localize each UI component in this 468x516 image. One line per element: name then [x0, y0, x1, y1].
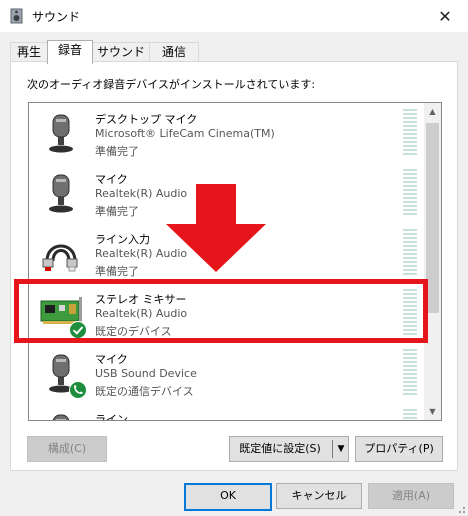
list-item[interactable]: デスクトップ マイク Microsoft® LifeCam Cinema(TM)…	[29, 103, 426, 163]
split-divider	[332, 440, 333, 458]
dropdown-arrow-icon[interactable]: ▼	[334, 437, 348, 461]
device-list[interactable]: デスクトップ マイク Microsoft® LifeCam Cinema(TM)…	[28, 102, 442, 421]
scroll-down-arrow-icon[interactable]: ▼	[424, 403, 441, 420]
microphone-icon	[52, 414, 70, 420]
level-meter	[403, 169, 417, 217]
default-check-icon	[69, 321, 87, 339]
configure-button[interactable]: 構成(C)	[27, 436, 107, 462]
microphone-icon	[49, 114, 73, 153]
device-name: デスクトップ マイク	[95, 113, 198, 126]
list-item[interactable]: ライン入力 Realtek(R) Audio 準備完了	[29, 223, 426, 283]
set-default-split-button[interactable]: 既定値に設定(S) ▼	[229, 436, 349, 462]
title-bar: サウンド ✕	[0, 0, 468, 32]
sound-dialog: サウンド ✕ 再生 録音 サウンド 通信 次のオーディオ録音デバイスがインストー…	[0, 0, 468, 516]
speaker-icon	[10, 8, 23, 24]
close-icon: ✕	[438, 6, 452, 26]
apply-button[interactable]: 適用(A)	[368, 483, 454, 509]
microphone-icon	[49, 174, 73, 213]
level-meter	[403, 409, 417, 420]
level-meter	[403, 289, 417, 337]
resize-grip-icon[interactable]	[454, 502, 466, 514]
list-item[interactable]: マイク USB Sound Device 既定の通信デバイス	[29, 343, 426, 403]
level-meter	[403, 109, 417, 157]
tab-recording[interactable]: 録音	[47, 40, 93, 64]
list-item[interactable]: マイク Realtek(R) Audio 準備完了	[29, 163, 426, 223]
tab-communications[interactable]: 通信	[149, 42, 199, 62]
device-driver: Realtek(R) Audio	[95, 307, 188, 320]
phone-icon	[69, 381, 87, 399]
device-driver: Realtek(R) Audio	[95, 187, 188, 200]
device-status: 準備完了	[95, 145, 139, 158]
close-button[interactable]: ✕	[422, 0, 468, 32]
cancel-button[interactable]: キャンセル	[276, 483, 362, 509]
level-meter	[403, 349, 417, 397]
rca-cable-icon	[42, 244, 78, 272]
set-default-button[interactable]: 既定値に設定(S)	[230, 437, 330, 461]
tab-playback[interactable]: 再生	[10, 42, 48, 62]
device-name: マイク	[95, 173, 128, 186]
device-driver: Microsoft® LifeCam Cinema(TM)	[95, 127, 275, 140]
scrollbar-thumb[interactable]	[426, 123, 439, 313]
instruction-text: 次のオーディオ録音デバイスがインストールされています:	[27, 78, 316, 91]
vertical-scrollbar[interactable]: ▲ ▼	[424, 103, 441, 420]
tab-sounds[interactable]: サウンド	[91, 42, 151, 62]
device-name: ライン入力	[95, 233, 150, 246]
list-item[interactable]: ステレオ ミキサー Realtek(R) Audio 既定のデバイス	[29, 283, 426, 343]
device-name: ライン	[95, 413, 128, 421]
device-name: マイク	[95, 353, 128, 366]
device-name: ステレオ ミキサー	[95, 293, 187, 306]
device-status: 準備完了	[95, 265, 139, 278]
device-status: 既定の通信デバイス	[95, 385, 194, 398]
list-item[interactable]: ライン	[29, 403, 426, 421]
scroll-up-arrow-icon[interactable]: ▲	[424, 103, 441, 120]
window-title: サウンド	[32, 10, 81, 24]
ok-button[interactable]: OK	[184, 483, 272, 511]
device-status: 準備完了	[95, 205, 139, 218]
level-meter	[403, 229, 417, 277]
device-driver: USB Sound Device	[95, 367, 197, 380]
properties-button[interactable]: プロパティ(P)	[355, 436, 443, 462]
device-driver: Realtek(R) Audio	[95, 247, 188, 260]
device-status: 既定のデバイス	[95, 325, 172, 338]
recording-panel: 次のオーディオ録音デバイスがインストールされています: デスクトップ マイク M…	[10, 61, 458, 471]
